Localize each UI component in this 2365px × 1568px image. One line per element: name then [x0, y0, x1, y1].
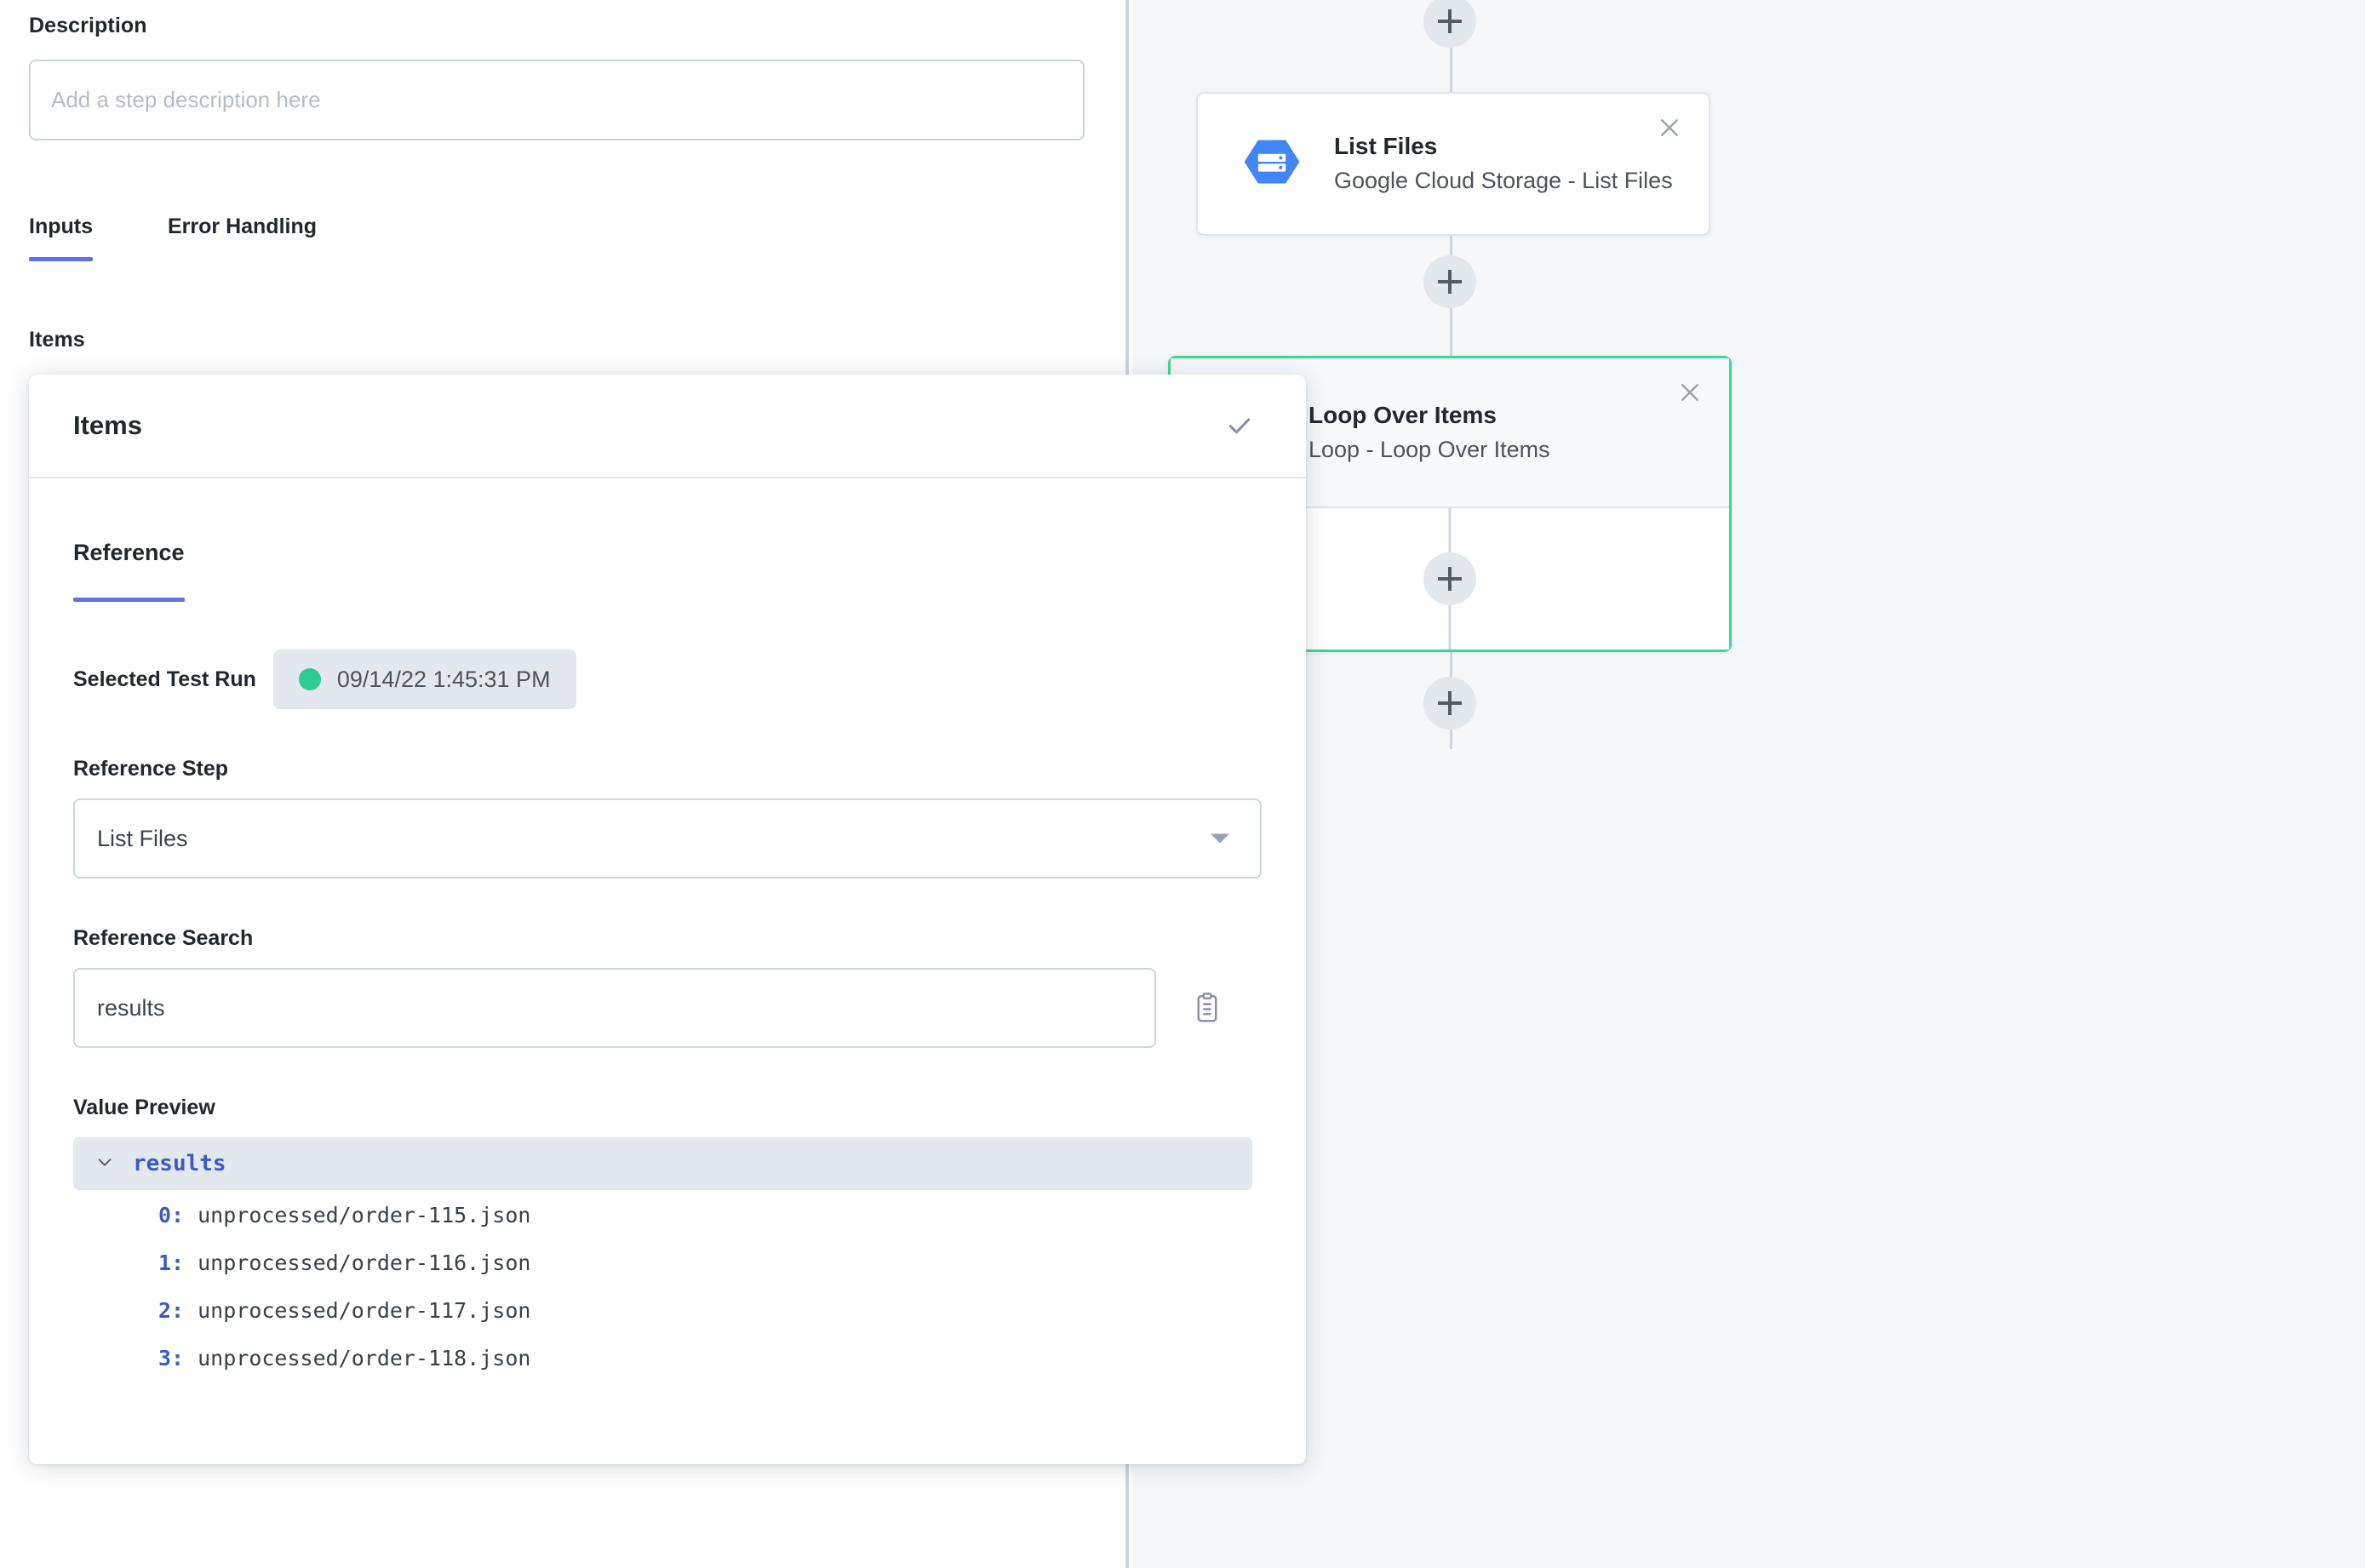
- reference-step-value: List Files: [97, 826, 188, 852]
- close-node-button[interactable]: [1673, 375, 1707, 409]
- list-item[interactable]: 3: unprocessed/order-118.json: [158, 1335, 1262, 1381]
- preview-value: unprocessed/order-118.json: [198, 1346, 530, 1371]
- node-text: List Files Google Cloud Storage - List F…: [1334, 131, 1673, 196]
- preview-root-row[interactable]: results: [73, 1137, 1252, 1190]
- value-preview-label: Value Preview: [73, 1096, 1262, 1120]
- chevron-down-icon: [1211, 834, 1229, 844]
- status-dot-icon: [299, 668, 321, 690]
- add-step-after-list-files-button[interactable]: [1423, 255, 1476, 308]
- add-step-top-button[interactable]: [1423, 0, 1476, 48]
- tab-inputs[interactable]: Inputs: [29, 215, 93, 261]
- preview-index: 0:: [158, 1203, 184, 1228]
- close-node-button[interactable]: [1652, 111, 1686, 145]
- description-input[interactable]: [29, 60, 1085, 140]
- reference-search-label: Reference Search: [73, 926, 1262, 951]
- reference-search-input[interactable]: [73, 968, 1156, 1048]
- selected-test-run-value: 09/14/22 1:45:31 PM: [337, 667, 551, 693]
- preview-value: unprocessed/order-116.json: [198, 1250, 530, 1275]
- workflow-canvas[interactable]: List Files Google Cloud Storage - List F…: [1132, 0, 2365, 1568]
- preview-value: unprocessed/order-115.json: [198, 1203, 530, 1228]
- reference-subtabs: Reference: [73, 478, 1262, 602]
- value-preview-tree: results 0: unprocessed/order-115.json 1:…: [73, 1137, 1262, 1381]
- popover-title: Items: [73, 410, 142, 441]
- connector-line: [1450, 47, 1452, 98]
- close-icon: [1656, 114, 1683, 141]
- preview-value: unprocessed/order-117.json: [198, 1298, 530, 1323]
- close-icon: [1676, 379, 1704, 406]
- reference-step-select[interactable]: List Files: [73, 798, 1262, 878]
- items-reference-popover: Items Reference Selected Test Run 09/14/…: [29, 375, 1306, 1464]
- tab-error-handling-label: Error Handling: [168, 215, 317, 238]
- selected-test-run-row: Selected Test Run 09/14/22 1:45:31 PM: [73, 650, 1262, 709]
- description-label: Description: [29, 14, 147, 38]
- preview-index: 2:: [158, 1298, 184, 1323]
- items-field-label: Items: [29, 328, 85, 352]
- check-icon: [1225, 411, 1254, 440]
- copy-reference-button[interactable]: [1187, 987, 1228, 1028]
- node-text: Loop Over Items Loop - Loop Over Items: [1308, 400, 1550, 465]
- tab-error-handling[interactable]: Error Handling: [168, 215, 317, 261]
- config-tabs: Inputs Error Handling: [29, 215, 317, 261]
- clipboard-icon: [1192, 992, 1223, 1024]
- node-title: List Files: [1334, 131, 1673, 161]
- confirm-button[interactable]: [1217, 403, 1262, 448]
- node-subtitle: Google Cloud Storage - List Files: [1334, 166, 1673, 196]
- reference-search-row: [73, 968, 1262, 1048]
- chevron-down-icon: [95, 1153, 114, 1171]
- list-item[interactable]: 2: unprocessed/order-117.json: [158, 1287, 1262, 1333]
- list-item[interactable]: 1: unprocessed/order-116.json: [158, 1239, 1262, 1285]
- preview-root-key: results: [133, 1151, 226, 1176]
- subtab-reference-label: Reference: [73, 540, 185, 565]
- selected-test-run-pill[interactable]: 09/14/22 1:45:31 PM: [273, 650, 576, 709]
- add-step-after-loop-button[interactable]: [1423, 677, 1476, 730]
- add-step-inside-loop-button[interactable]: [1423, 552, 1476, 605]
- list-item[interactable]: 0: unprocessed/order-115.json: [158, 1192, 1262, 1238]
- node-title: Loop Over Items: [1308, 400, 1550, 430]
- node-content: List Files Google Cloud Storage - List F…: [1198, 94, 1709, 234]
- node-subtitle: Loop - Loop Over Items: [1308, 435, 1550, 465]
- subtab-reference[interactable]: Reference: [73, 540, 185, 602]
- node-list-files[interactable]: List Files Google Cloud Storage - List F…: [1196, 92, 1710, 236]
- reference-step-label: Reference Step: [73, 757, 1262, 781]
- preview-index: 1:: [158, 1250, 184, 1275]
- tab-inputs-label: Inputs: [29, 215, 93, 238]
- popover-header: Items: [29, 375, 1306, 478]
- google-cloud-storage-icon: [1240, 130, 1303, 197]
- selected-test-run-label: Selected Test Run: [73, 667, 256, 692]
- popover-body: Reference Selected Test Run 09/14/22 1:4…: [29, 478, 1306, 1381]
- preview-index: 3:: [158, 1346, 184, 1371]
